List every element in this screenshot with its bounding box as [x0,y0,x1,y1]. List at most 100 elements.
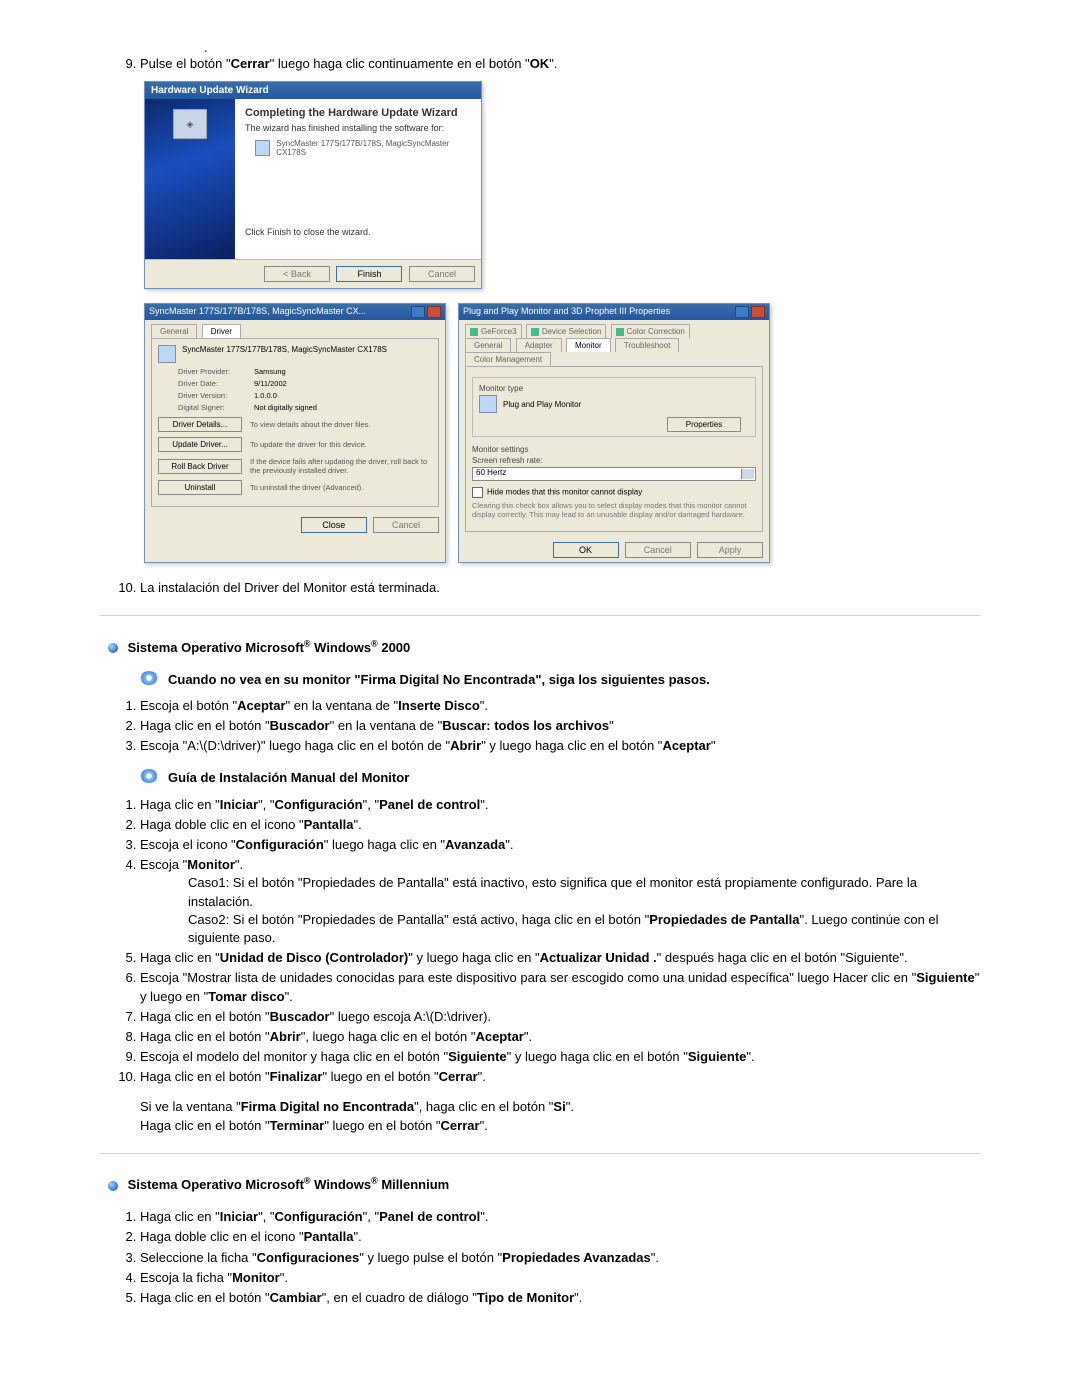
bullet-icon [108,1181,118,1191]
hz: 60 Hertz [473,468,506,477]
close-icon[interactable] [751,306,765,318]
sub-header-2: Guía de Instalación Manual del Monitor [140,769,980,787]
t: Windows [311,1177,372,1192]
refresh-label: Screen refresh rate: [472,456,756,465]
tab-colormgmt[interactable]: Color Management [465,352,551,366]
k: Driver Provider: [178,367,254,376]
wizard-line1: The wizard has finished installing the s… [245,123,471,133]
t: " luego haga clic continuamente en el bo… [270,56,530,71]
d: To view details about the driver files. [250,420,432,429]
t: Sistema Operativo Microsoft [128,1177,304,1192]
apply-button: Apply [697,542,763,558]
refresh-dropdown[interactable]: 60 Hertz [472,467,756,481]
montype-label: Monitor type [479,384,749,393]
hide-modes-checkbox[interactable] [472,487,483,498]
list-item: Escoja "A:\(D:\driver)" luego haga clic … [140,737,980,755]
tab-color-corr[interactable]: Color Correction [611,324,690,338]
cancel-button: Cancel [409,266,475,282]
case1: Caso1: Si el botón "Propiedades de Panta… [188,874,980,910]
t: Sistema Operativo Microsoft [128,640,304,655]
t: Windows [311,640,372,655]
ok-button[interactable]: OK [553,542,619,558]
tab-general[interactable]: General [151,324,197,338]
sub-header-1: Cuando no vea en su monitor "Firma Digit… [140,671,980,689]
wizard-dialog: Hardware Update Wizard ◈ Completing the … [144,81,482,289]
update-driver-button[interactable]: Update Driver... [158,437,242,452]
finish-button[interactable]: Finish [336,266,402,282]
para: Si ve la ventana "Firma Digital no Encon… [140,1098,980,1116]
para: Haga clic en el botón "Terminar" luego e… [140,1117,980,1135]
divider [100,1153,980,1154]
close-button[interactable]: Close [301,517,367,533]
t: Device Selection [542,327,602,336]
list-item: Haga clic en el botón "Finalizar" luego … [140,1068,980,1135]
list-item: Haga clic en "Unidad de Disco (Controlad… [140,949,980,967]
note: Clearing this check box allows you to se… [472,501,756,519]
cancel-button[interactable]: Cancel [625,542,691,558]
tab-general2[interactable]: General [465,338,511,352]
subtitle: Guía de Instalación Manual del Monitor [168,769,409,787]
d: To update the driver for this device. [250,440,432,449]
monname: Plug and Play Monitor [503,400,581,409]
t: Cerrar [231,56,270,71]
tab-driver[interactable]: Driver [202,324,241,338]
tab-monitor[interactable]: Monitor [566,338,611,352]
k: Digital Signer: [178,403,254,412]
t: Pulse el botón " [140,56,231,71]
rollback-driver-button[interactable]: Roll Back Driver [158,459,242,474]
v: Not digitally signed [254,403,317,412]
wizard-side-graphic: ◈ [145,99,235,259]
list-item: Haga clic en el botón "Buscador" luego e… [140,1008,980,1026]
dlg1-title: SyncMaster 177S/177B/178S, MagicSyncMast… [149,306,366,318]
tab-adapter[interactable]: Adapter [516,338,562,352]
driver-details-button[interactable]: Driver Details... [158,417,242,432]
close-icon[interactable] [427,306,441,318]
step-10: La instalación del Driver del Monitor es… [140,579,980,597]
device-name: SyncMaster 177S/177B/178S, MagicSyncMast… [182,345,387,354]
case2: Caso2: Si el botón "Propiedades de Panta… [188,911,980,947]
monitor-icon [158,345,176,363]
properties-button[interactable]: Properties [667,417,741,432]
monitor-icon [255,140,270,156]
monitor-icon [479,395,497,413]
wizard-line2: Click Finish to close the wizard. [245,227,471,237]
display-properties-dialog: Plug and Play Monitor and 3D Prophet III… [458,303,770,563]
wizard-device: SyncMaster 177S/177B/178S, MagicSyncMast… [276,139,471,157]
wizard-heading: Completing the Hardware Update Wizard [245,107,471,119]
monset-label: Monitor settings [472,445,756,454]
t: 2000 [378,640,411,655]
list-item: Haga clic en el botón "Buscador" en la v… [140,717,980,735]
divider [100,615,980,616]
help-icon[interactable] [735,306,749,318]
tab-geforce[interactable]: GeForce3 [465,324,522,338]
list-item: Haga doble clic en el icono "Pantalla". [140,816,980,834]
list-item: Escoja el icono "Configuración" luego ha… [140,836,980,854]
t: GeForce3 [481,327,517,336]
list-item: Haga doble clic en el icono "Pantalla". [140,1228,980,1246]
tab-device-sel[interactable]: Device Selection [526,324,607,338]
back-button: < Back [264,266,330,282]
t: Color Correction [627,327,685,336]
list-item: Seleccione la ficha "Configuraciones" y … [140,1249,980,1267]
k: Driver Date: [178,379,254,388]
help-icon[interactable] [411,306,425,318]
k: Driver Version: [178,391,254,400]
t: Millennium [378,1177,450,1192]
t: ". [549,56,557,71]
section-winme: Sistema Operativo Microsoft® Windows® Mi… [108,1176,980,1192]
dlg2-title: Plug and Play Monitor and 3D Prophet III… [463,306,670,318]
v: 1.0.0.0 [254,391,277,400]
step9-dot: . [204,40,980,55]
uninstall-button[interactable]: Uninstall [158,480,242,495]
section-win2000: Sistema Operativo Microsoft® Windows® 20… [108,638,980,654]
subtitle: Cuando no vea en su monitor "Firma Digit… [168,671,710,689]
t: OK [530,56,550,71]
list-item: Escoja "Mostrar lista de unidades conoci… [140,969,980,1005]
list-item: Escoja el modelo del monitor y haga clic… [140,1048,980,1066]
cd-icon [140,769,158,783]
list-item: Haga clic en el botón "Cambiar", en el c… [140,1289,980,1307]
d: If the device fails after updating the d… [250,457,432,475]
tab-troubleshoot[interactable]: Troubleshoot [615,338,679,352]
list-item: Haga clic en el botón "Abrir", luego hag… [140,1028,980,1046]
list-item: Escoja "Monitor". Caso1: Si el botón "Pr… [140,856,980,947]
